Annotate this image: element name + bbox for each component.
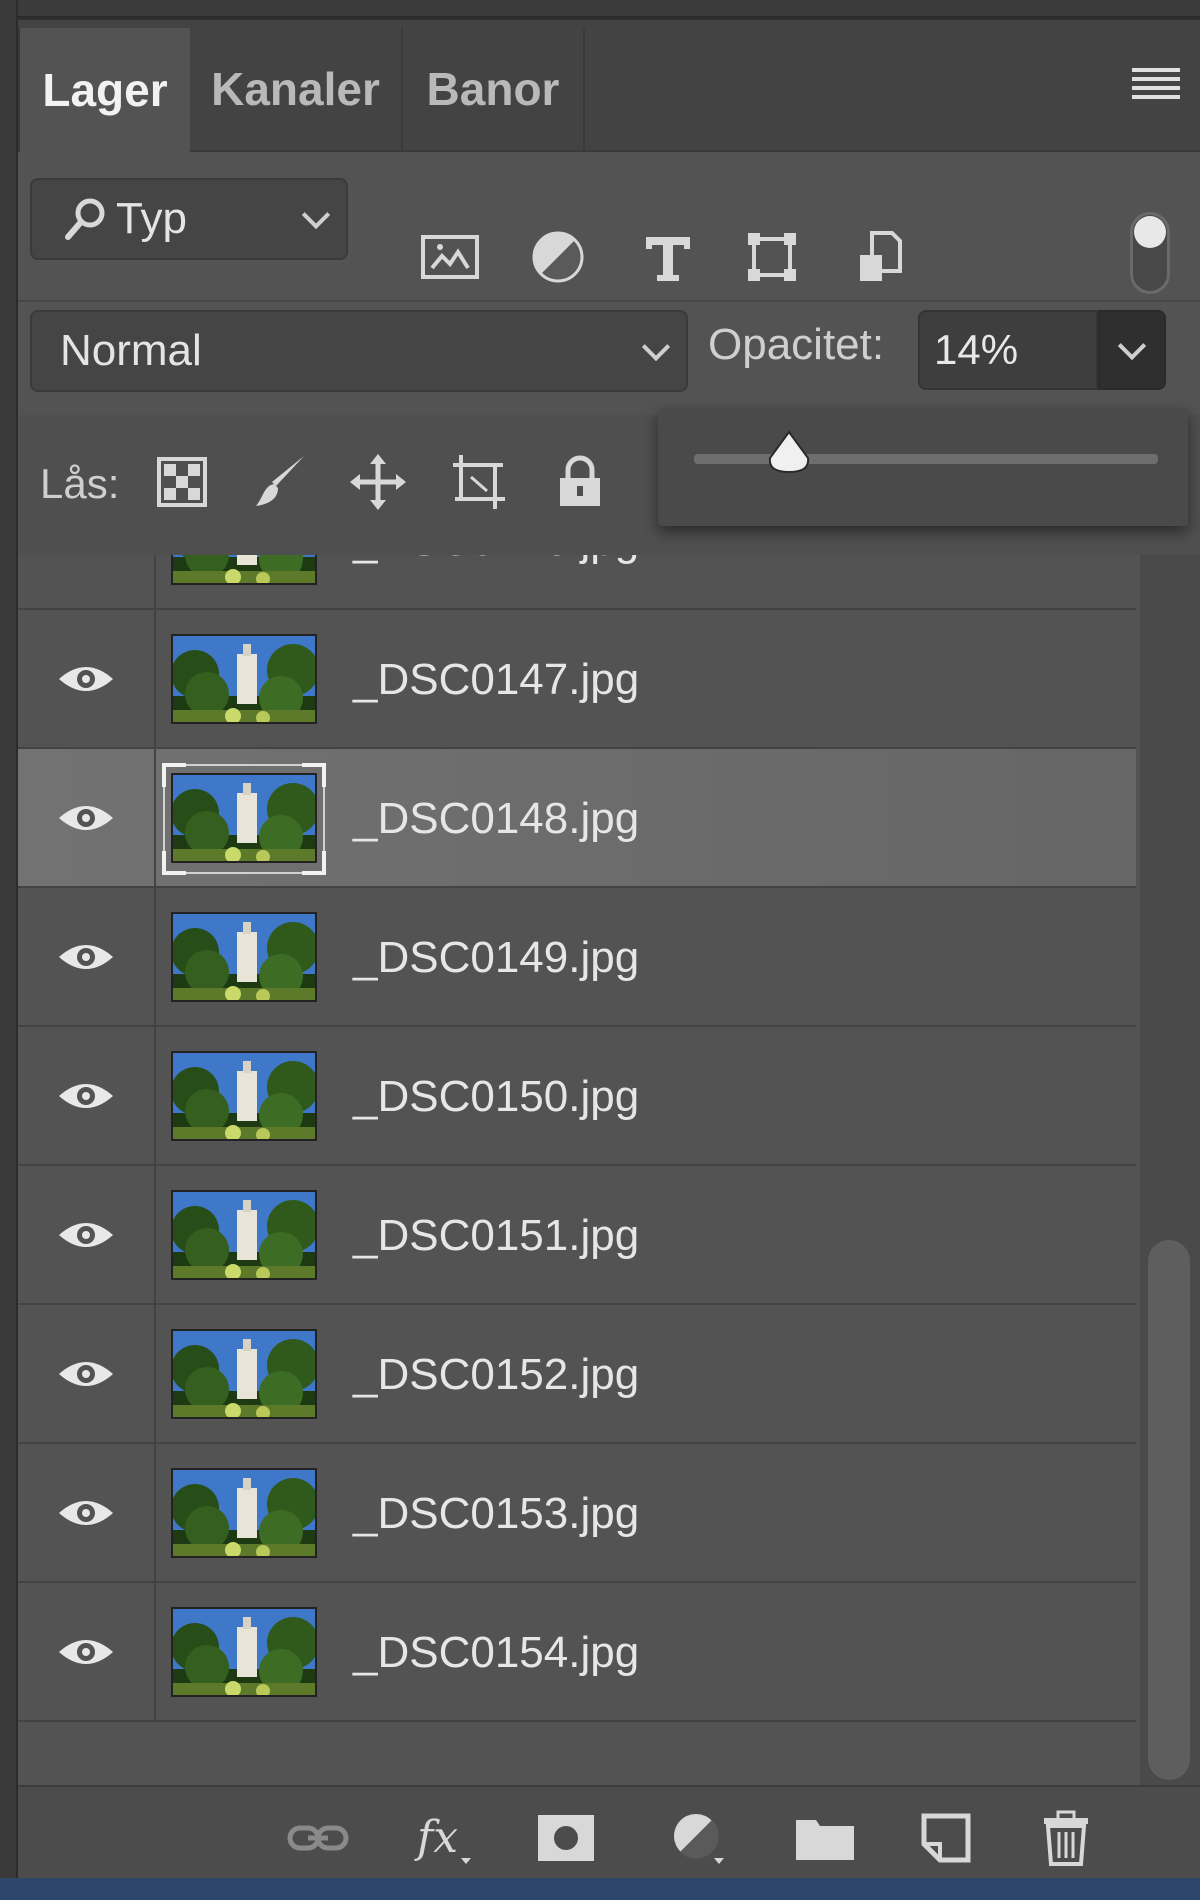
lock-all-icon[interactable] — [548, 450, 612, 514]
tab-banor[interactable]: Banor — [403, 28, 585, 150]
layer-name: _DSC0153.jpg — [353, 1488, 640, 1538]
visibility-eye-icon[interactable] — [18, 1583, 156, 1720]
thumbnail-selection-frame — [162, 763, 326, 875]
layers-scrollbar-thumb[interactable] — [1148, 1240, 1190, 1780]
blend-mode-value: Normal — [60, 326, 202, 375]
window-bottom-strip — [0, 1878, 1200, 1900]
tab-kanaler[interactable]: Kanaler — [190, 28, 403, 150]
type-layer-filter-icon[interactable] — [636, 225, 700, 289]
opacity-slider-popup — [658, 408, 1188, 526]
filter-row: Typ — [18, 170, 1200, 302]
layers-list: _DSC0146.jpg _DSC0147.jpg _DSC0148.jpg _DSC… — [18, 555, 1136, 1785]
visibility-eye-icon[interactable] — [18, 1305, 156, 1442]
chevron-down-icon — [1117, 331, 1147, 361]
opacity-input[interactable]: 14% — [918, 310, 1098, 390]
link-layers-icon[interactable] — [286, 1810, 350, 1866]
layer-name: _DSC0147.jpg — [353, 654, 640, 704]
layers-panel: Lager Kanaler Banor Typ Normal Opacitet:… — [18, 20, 1200, 1882]
layer-thumbnail[interactable] — [171, 555, 317, 585]
layer-name: _DSC0149.jpg — [353, 932, 640, 982]
layer-name: _DSC0152.jpg — [353, 1349, 640, 1399]
new-group-icon[interactable] — [793, 1810, 857, 1866]
layer-mask-icon[interactable] — [534, 1810, 598, 1866]
visibility-eye-icon[interactable] — [18, 749, 156, 886]
layer-thumbnail[interactable] — [171, 1329, 317, 1419]
layer-thumbnail[interactable] — [171, 1051, 317, 1141]
lock-position-icon[interactable] — [346, 450, 410, 514]
filter-toggle-switch[interactable] — [1130, 212, 1170, 294]
layer-row[interactable]: _DSC0151.jpg — [18, 1166, 1136, 1305]
layer-row[interactable]: _DSC0152.jpg — [18, 1305, 1136, 1444]
visibility-eye-icon[interactable] — [18, 1027, 156, 1164]
opacity-slider-thumb[interactable] — [764, 428, 814, 478]
visibility-eye-icon[interactable] — [18, 1444, 156, 1581]
adjustment-layer-icon[interactable] — [668, 1810, 732, 1866]
visibility-eye-icon[interactable] — [18, 1166, 156, 1303]
chevron-down-icon — [641, 332, 671, 362]
layer-name: _DSC0148.jpg — [353, 793, 640, 843]
lock-label: Lås: — [40, 460, 120, 507]
layer-row[interactable]: _DSC0154.jpg — [18, 1583, 1136, 1722]
filter-kind-dropdown[interactable]: Typ — [30, 178, 348, 260]
panel-menu-icon[interactable] — [1132, 68, 1180, 104]
layer-row[interactable]: _DSC0148.jpg — [18, 749, 1136, 888]
layer-name: _DSC0146.jpg — [353, 555, 639, 610]
layer-thumbnail[interactable] — [171, 1468, 317, 1558]
adjustment-layer-filter-icon[interactable] — [526, 225, 590, 289]
shape-layer-filter-icon[interactable] — [740, 225, 804, 289]
svg-text:fx: fx — [414, 1812, 458, 1863]
filter-kind-value: Typ — [116, 194, 187, 243]
layer-name: _DSC0154.jpg — [353, 1627, 640, 1677]
layer-name: _DSC0150.jpg — [353, 1071, 640, 1121]
panel-footer — [18, 1785, 1200, 1882]
layer-thumbnail[interactable] — [171, 1607, 317, 1697]
smart-object-filter-icon[interactable] — [848, 225, 912, 289]
layer-row[interactable]: _DSC0150.jpg — [18, 1027, 1136, 1166]
opacity-dropdown-button[interactable] — [1098, 310, 1166, 390]
panel-tab-bar: Lager Kanaler Banor — [18, 20, 1200, 152]
layer-row[interactable]: _DSC0149.jpg — [18, 888, 1136, 1027]
layer-thumbnail[interactable] — [171, 634, 317, 724]
blend-mode-dropdown[interactable]: Normal — [30, 310, 688, 392]
lock-image-pixels-icon[interactable] — [248, 450, 312, 514]
pixel-layer-filter-icon[interactable] — [418, 225, 482, 289]
toggle-knob — [1134, 216, 1166, 248]
chevron-down-icon — [301, 200, 331, 230]
layer-row[interactable]: _DSC0153.jpg — [18, 1444, 1136, 1583]
opacity-label: Opacitet: — [708, 320, 885, 369]
window-left-edge — [0, 0, 18, 1900]
tab-lager[interactable]: Lager — [18, 28, 190, 152]
layer-name: _DSC0151.jpg — [353, 1210, 640, 1260]
visibility-eye-icon[interactable] — [18, 555, 156, 608]
visibility-eye-icon[interactable] — [18, 888, 156, 1025]
layer-thumbnail[interactable] — [171, 1190, 317, 1280]
delete-layer-icon[interactable] — [1034, 1810, 1098, 1866]
lock-artboard-icon[interactable] — [446, 450, 510, 514]
fx-icon[interactable]: fx — [413, 1810, 477, 1866]
layer-row[interactable]: _DSC0147.jpg — [18, 610, 1136, 749]
new-layer-icon[interactable] — [914, 1810, 978, 1866]
visibility-eye-icon[interactable] — [18, 610, 156, 747]
lock-transparent-pixels-icon[interactable] — [150, 450, 214, 514]
layer-thumbnail[interactable] — [171, 912, 317, 1002]
search-icon — [62, 195, 110, 243]
layer-row[interactable]: _DSC0146.jpg — [18, 555, 1136, 610]
window-top-edge — [0, 0, 1200, 18]
